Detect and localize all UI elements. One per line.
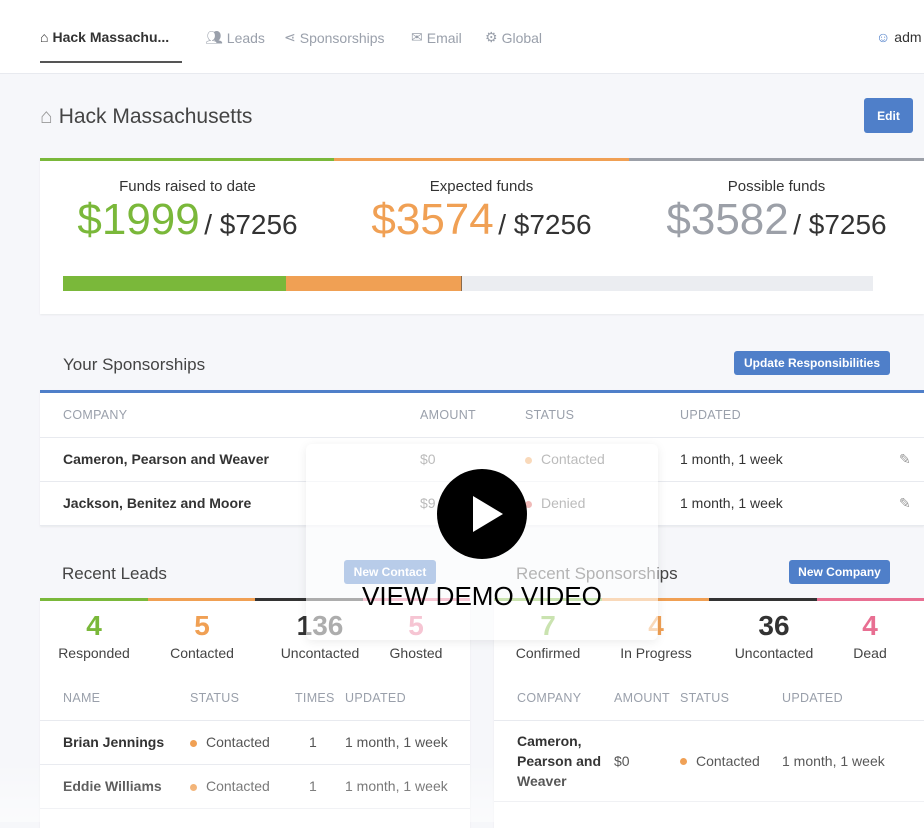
- nav-hack-massachusetts[interactable]: ⌂ Hack Massachu...: [40, 29, 169, 45]
- edit-button[interactable]: Edit: [864, 98, 913, 133]
- possible-funds: Possible funds $3582 / $7256: [666, 178, 887, 244]
- recent-sponsorships-title: Recent Sponsorships: [516, 564, 678, 583]
- new-contact-button[interactable]: New Contact: [344, 560, 436, 584]
- user-icon: ☺: [876, 29, 891, 45]
- new-company-button[interactable]: New Company: [789, 560, 890, 584]
- mail-icon: ✉: [411, 29, 423, 45]
- update-responsibilities-button[interactable]: Update Responsibilities: [734, 351, 890, 375]
- nav-leads[interactable]: 👥︎ Leads: [205, 29, 265, 46]
- table-row[interactable]: Brian Jennings Contacted 1 1 month, 1 week: [40, 720, 470, 765]
- share-icon: ⋖: [284, 29, 296, 45]
- home-icon: ⌂: [40, 29, 49, 45]
- play-icon[interactable]: [437, 469, 527, 559]
- users-icon: 👥︎: [205, 29, 223, 45]
- page-title: ⌂ Hack Massachusetts: [40, 105, 253, 128]
- active-tab-underline: [40, 61, 182, 63]
- your-sponsorships-title: Your Sponsorships: [63, 355, 206, 374]
- funds-card: Funds raised to date $1999 / $7256 Expect…: [40, 158, 924, 314]
- raised-fill: [63, 276, 286, 291]
- nav-email[interactable]: ✉ Email: [411, 29, 462, 46]
- table-row[interactable]: Cameron, Pearson and Weaver $0 Contacted 1 …: [494, 720, 924, 802]
- expected-funds: Expected funds $3574 / $7256: [371, 178, 592, 244]
- nav-sponsorships[interactable]: ⋖ Sponsorships: [284, 29, 385, 46]
- edit-icon[interactable]: ✎: [898, 481, 924, 526]
- recent-sponsorships-card: 7 Confirmed 4 In Progress 36 Uncontacted 4D…: [494, 598, 924, 828]
- edit-icon[interactable]: ✎: [898, 437, 924, 482]
- gear-icon: ⚙: [485, 29, 498, 45]
- recent-leads-title: Recent Leads: [62, 564, 167, 583]
- home-icon: ⌂: [40, 105, 53, 128]
- table-row[interactable]: Eddie Williams Contacted 1 1 month, 1 week: [40, 764, 470, 809]
- nav-global[interactable]: ⚙ Global: [485, 29, 542, 46]
- top-nav: ⌂ Hack Massachu... 👥︎ Leads ⋖ Sponsorships …: [0, 0, 924, 74]
- recent-leads-card: 4 Responded 5 Contacted 136 Uncontacted 5 Gh…: [40, 598, 470, 828]
- funds-raised: Funds raised to date $1999 / $7256: [77, 178, 298, 244]
- funds-progress-bar: [63, 276, 873, 291]
- user-menu[interactable]: ☺ adm: [876, 29, 922, 45]
